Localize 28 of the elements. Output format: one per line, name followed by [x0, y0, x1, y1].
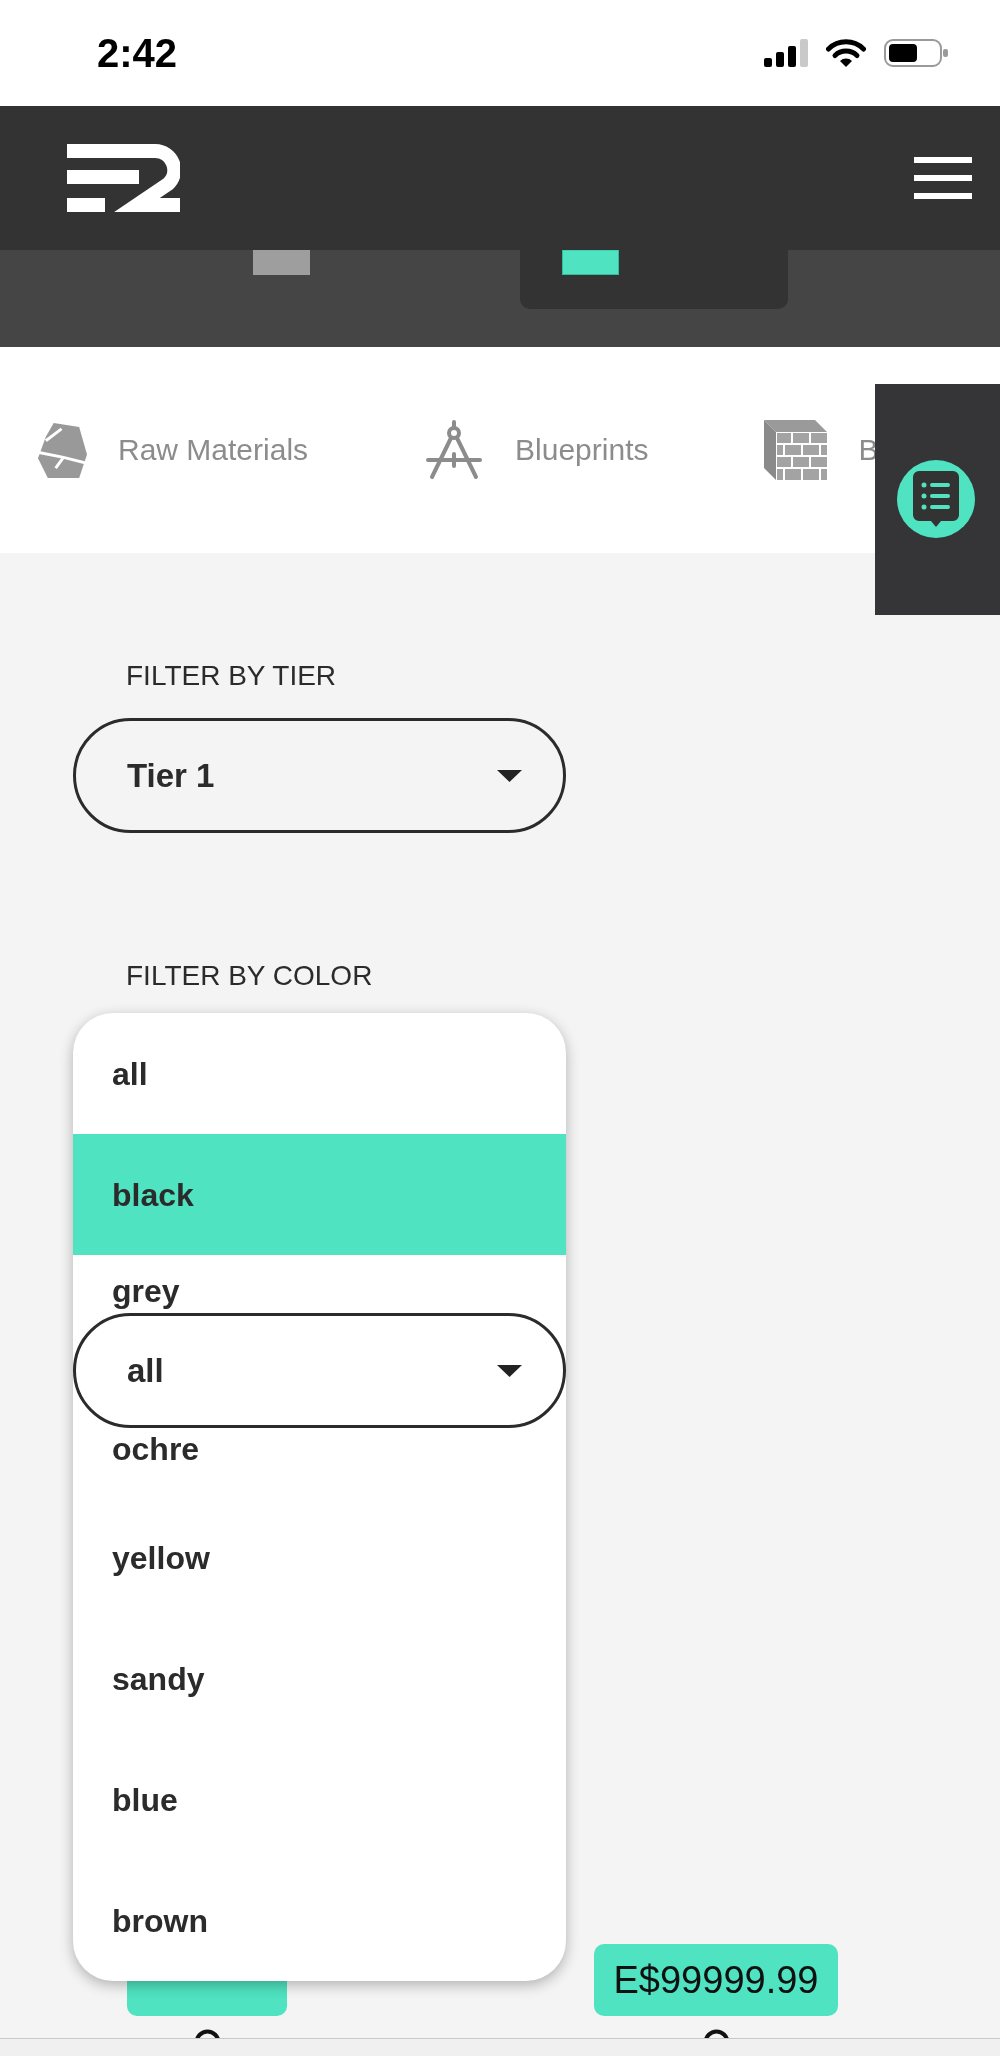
- dropdown-option[interactable]: ochre: [112, 1430, 200, 1467]
- signal-icon: [764, 39, 808, 67]
- dropdown-option[interactable]: grey: [112, 1272, 180, 1309]
- battery-icon: [884, 39, 948, 67]
- ring-icon: [193, 2029, 221, 2038]
- rock-icon: [38, 422, 87, 478]
- dropdown-option[interactable]: black: [73, 1134, 566, 1255]
- dropdown-option[interactable]: blue: [112, 1781, 178, 1818]
- caret-icon: [497, 769, 522, 782]
- filter-label: FILTER BY COLOR: [126, 959, 373, 993]
- caret-icon: [497, 1364, 522, 1377]
- ring-icon: [702, 2029, 730, 2038]
- price-tag: E$99999.99: [593, 1944, 839, 2016]
- list-icon: [913, 471, 959, 527]
- menu-icon[interactable]: [914, 157, 972, 199]
- logo-icon[interactable]: [67, 144, 180, 212]
- dropdown-option[interactable]: yellow: [112, 1539, 210, 1576]
- brick-cube-icon: [764, 420, 828, 480]
- storage-tab[interactable]: [520, 250, 788, 309]
- dropdown-option[interactable]: brown: [112, 1902, 208, 1939]
- status-time: 2:42: [97, 33, 178, 73]
- wifi-icon: [826, 39, 866, 67]
- drafting-compass-icon: [424, 420, 485, 480]
- select-field[interactable]: Tier 1: [73, 718, 566, 833]
- filter-label: FILTER BY TIER: [126, 659, 337, 693]
- dropdown-option[interactable]: sandy: [112, 1660, 205, 1697]
- dropdown-option[interactable]: all: [112, 1055, 148, 1092]
- select-field[interactable]: all: [73, 1313, 566, 1428]
